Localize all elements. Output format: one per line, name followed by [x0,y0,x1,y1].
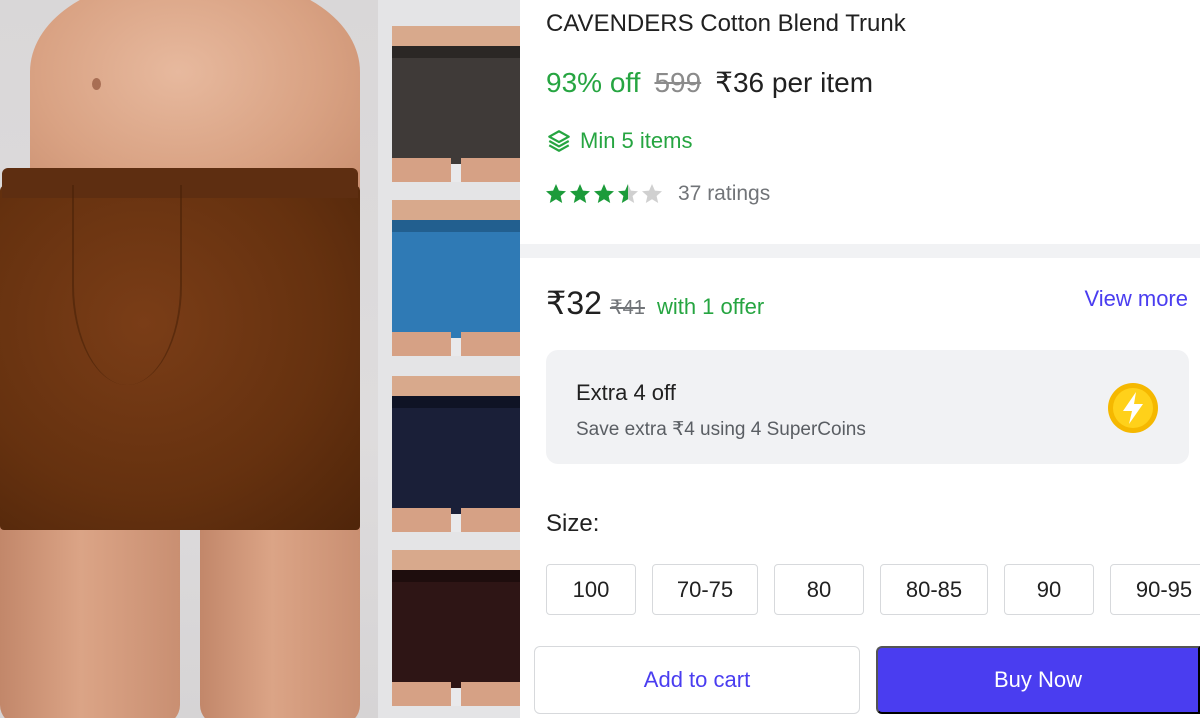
layers-icon [548,130,570,152]
model-navel [92,78,101,90]
supercoin-offer-card[interactable]: Extra 4 off Save extra ₹4 using 4 SuperC… [546,350,1189,464]
min-items-badge: Min 5 items [546,128,692,154]
size-option-80[interactable]: 80 [774,564,864,615]
size-option-100[interactable]: 100 [546,564,636,615]
min-items-label: Min 5 items [580,128,693,153]
offer-price: ₹32 [546,285,602,321]
star-empty-icon [642,184,662,203]
thumbnail-waistband [392,220,520,232]
original-price: 599 [654,67,702,98]
thumbnail-dark-grey[interactable] [392,26,520,182]
model-left-leg [0,515,180,718]
discount-percent: 93% off [546,67,641,98]
size-options: 100 70-75 80 80-85 90 90-95 [546,564,1200,615]
product-title: CAVENDERS Cotton Blend Trunk [546,10,906,37]
thumbnail-leg [392,332,451,356]
star-half-icon [618,184,638,203]
thumbnail-trunk [392,578,520,688]
supercoin-offer-title: Extra 4 off [576,380,676,405]
thumbnail-leg [392,158,451,182]
main-product-image[interactable] [0,0,378,718]
thumbnail-blue[interactable] [392,200,520,356]
product-info-panel: CAVENDERS Cotton Blend Trunk 93% off 599… [520,0,1200,718]
thumbnail-strip [378,0,520,718]
price-row: 93% off 599 ₹36 per item [546,66,873,99]
size-option-90-95[interactable]: 90-95 [1110,564,1200,615]
thumbnail-trunk [392,54,520,164]
thumbnail-navy[interactable] [392,376,520,532]
size-option-90[interactable]: 90 [1004,564,1094,615]
thumbnail-trunk [392,404,520,514]
offer-count-text: with 1 offer [656,294,765,319]
selling-price: ₹36 per item [715,67,874,98]
thumbnail-leg [392,682,451,706]
thumbnail-waistband [392,46,520,58]
size-option-70-75[interactable]: 70-75 [652,564,758,615]
thumbnail-waistband [392,396,520,408]
product-gallery [0,0,520,718]
buy-now-button[interactable]: Buy Now [876,646,1200,714]
star-filled-icon [546,184,566,203]
star-filled-icon [594,184,614,203]
thumbnail-waistband [392,570,520,582]
lightning-coin-icon [1108,383,1158,433]
ratings-count: 37 ratings [678,182,771,205]
thumbnail-leg [461,158,520,182]
trunk-fly-seam [72,185,182,385]
rating-summary[interactable]: 37 ratings [544,182,770,206]
offer-original-price: ₹41 [609,297,645,319]
star-rating [544,182,664,206]
size-label: Size: [546,510,600,537]
thumbnail-trunk [392,228,520,338]
add-to-cart-button[interactable]: Add to cart [534,646,860,714]
model-right-leg [200,515,360,718]
supercoin-offer-subtitle: Save extra ₹4 using 4 SuperCoins [576,419,866,440]
offer-price-row: ₹32 ₹41 with 1 offer [546,284,764,322]
thumbnail-leg [392,508,451,532]
view-more-link[interactable]: View more [1084,286,1188,312]
star-filled-icon [570,184,590,203]
thumbnail-leg [461,682,520,706]
size-option-80-85[interactable]: 80-85 [880,564,988,615]
thumbnail-leg [461,508,520,532]
thumbnail-leg [461,332,520,356]
section-divider [520,244,1200,258]
thumbnail-maroon[interactable] [392,550,520,706]
